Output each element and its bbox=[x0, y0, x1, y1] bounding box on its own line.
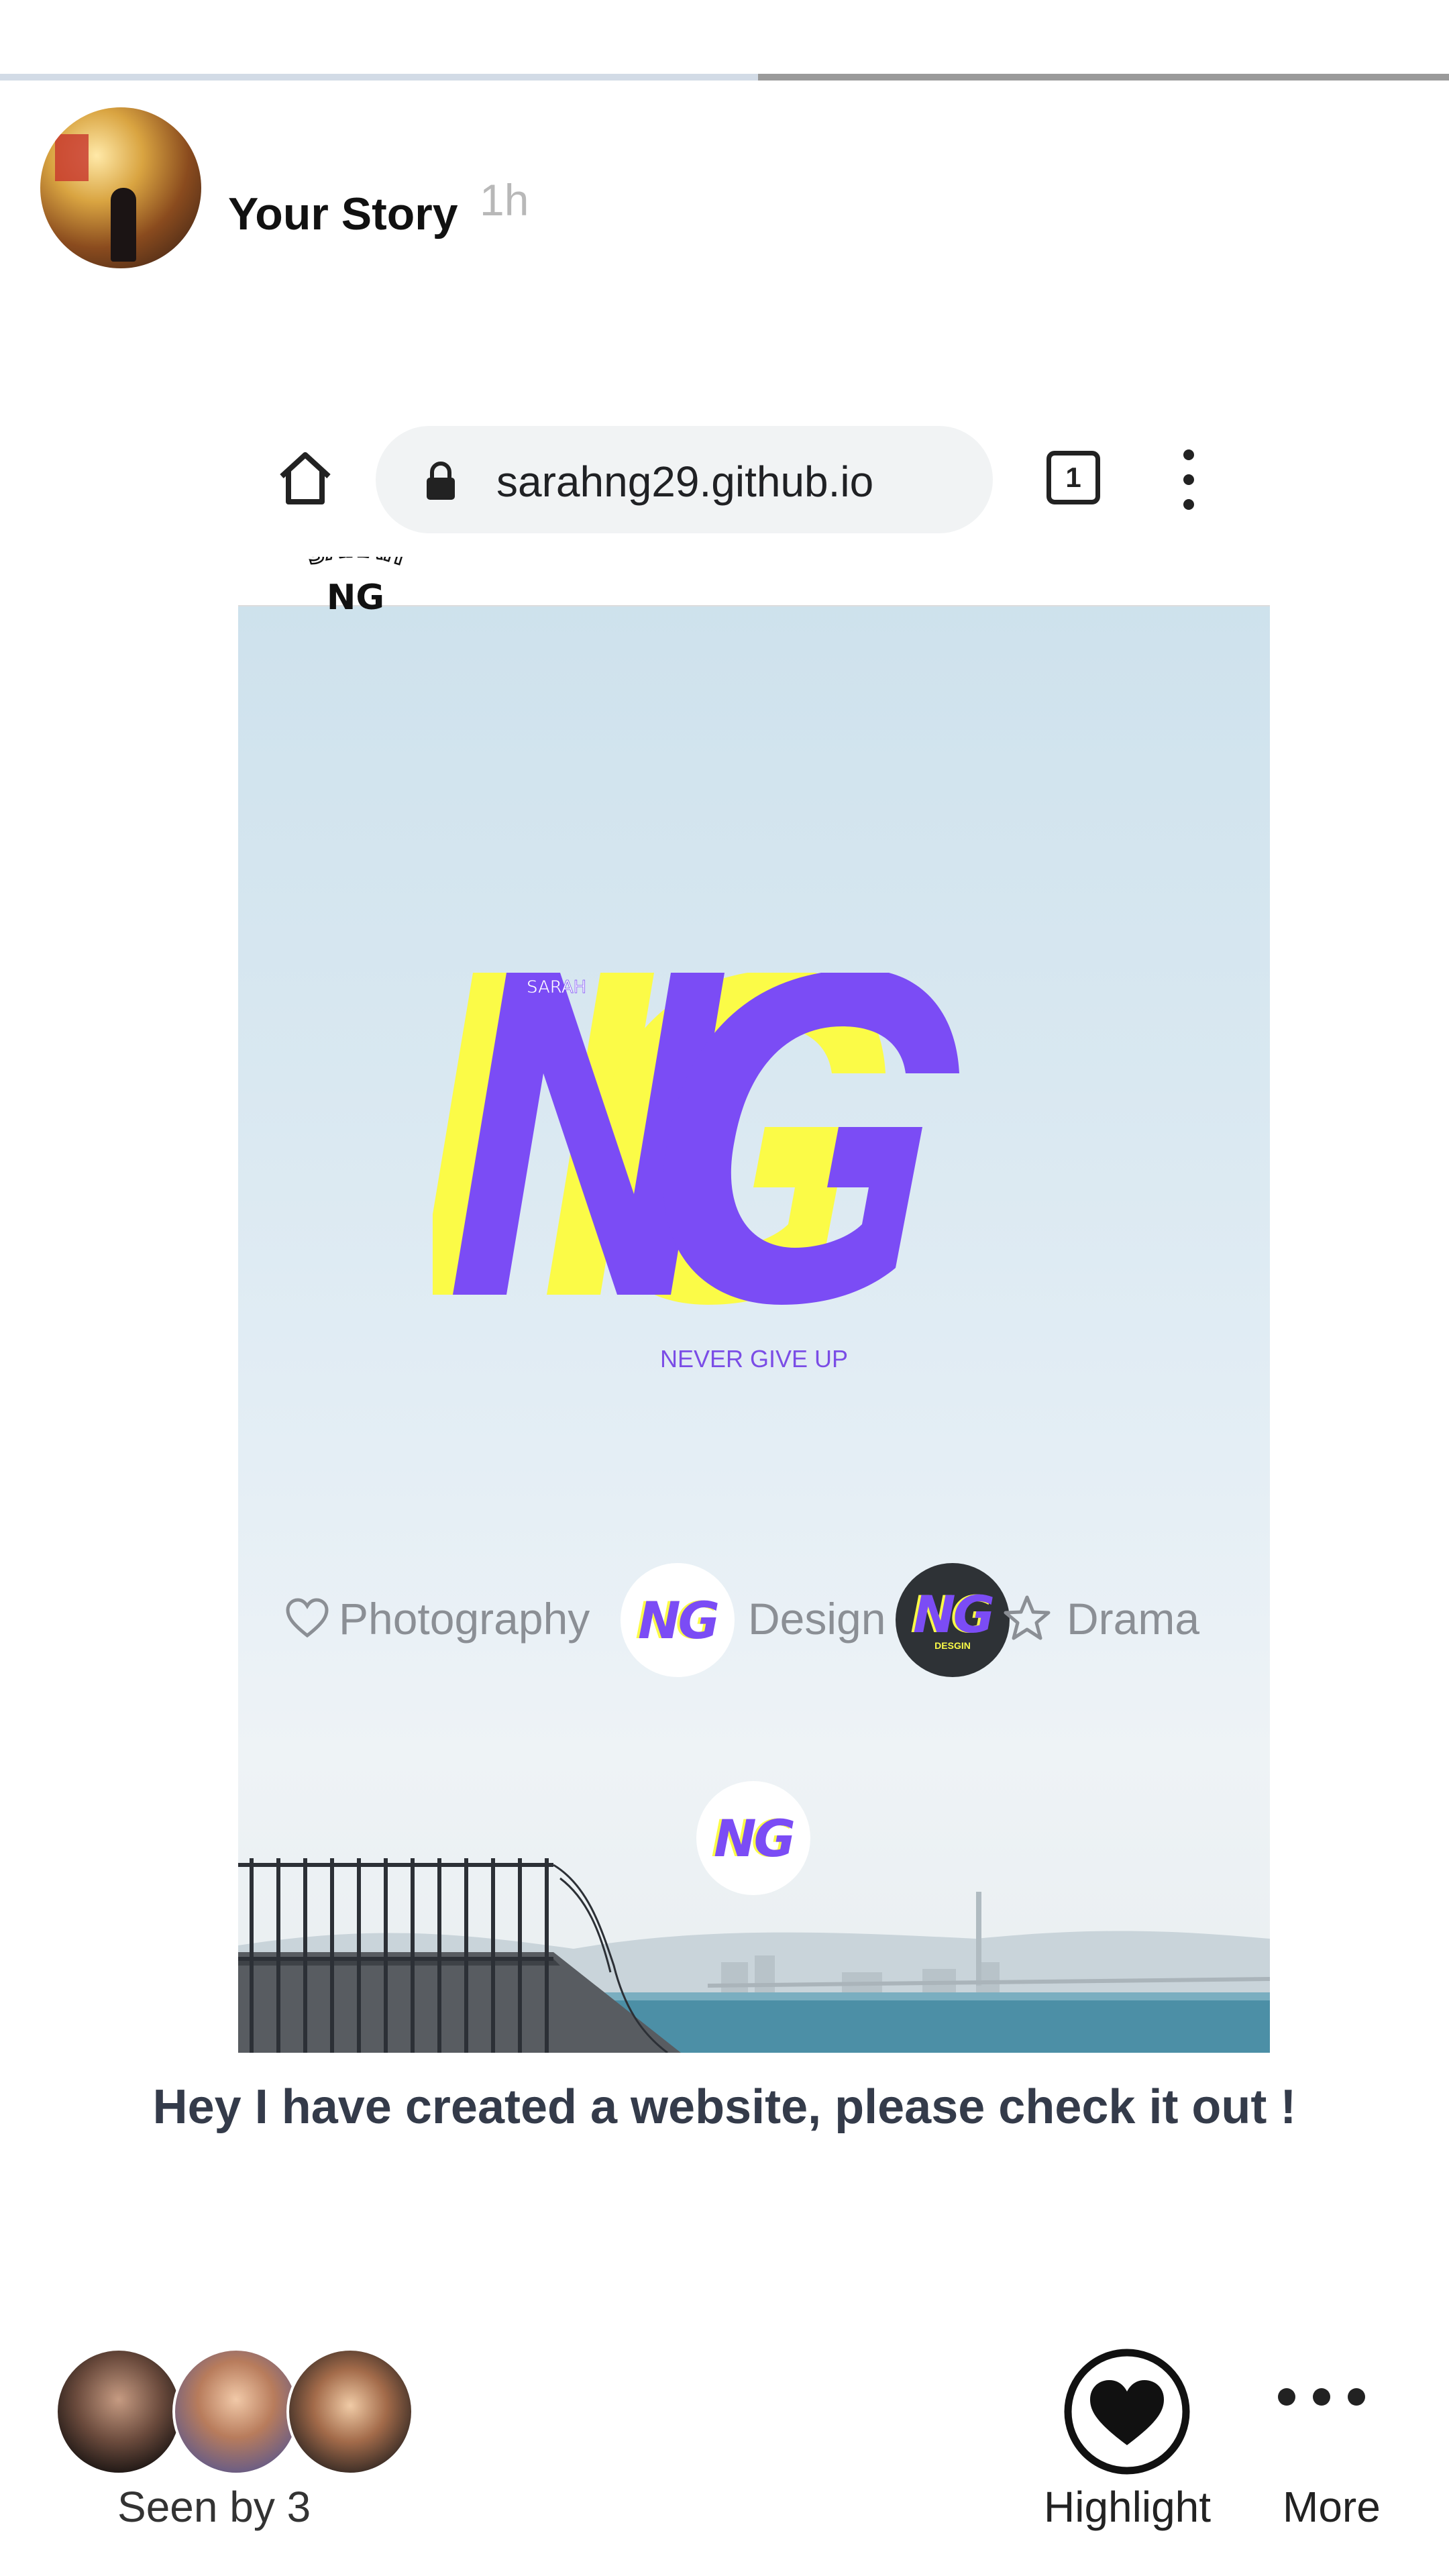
more-label[interactable]: More bbox=[1283, 2482, 1381, 2532]
harbour-scene-image bbox=[238, 1858, 1270, 2053]
story-progress-fill bbox=[0, 74, 758, 80]
nav-photography[interactable]: Photography bbox=[339, 1593, 590, 1644]
viewers-avatars[interactable] bbox=[55, 2348, 417, 2482]
heart-outline-icon bbox=[286, 1598, 329, 1638]
site-header: SARAH NG bbox=[238, 557, 1270, 610]
website-screenshot: SARAH NG SARAH NEVER GIVE UP Photography… bbox=[238, 557, 1270, 2053]
ng-logo: SARAH bbox=[433, 973, 959, 1305]
site-logo: SARAH NG bbox=[303, 557, 409, 610]
story-caption: Hey I have created a website, please che… bbox=[152, 2080, 1297, 2134]
viewer-avatar bbox=[286, 2348, 414, 2475]
highlight-label[interactable]: Highlight bbox=[1044, 2482, 1211, 2532]
profile-avatar[interactable] bbox=[40, 107, 201, 268]
seen-by-label[interactable]: Seen by 3 bbox=[117, 2482, 311, 2532]
story-header: Your Story 1h bbox=[40, 107, 1409, 268]
url-text: sarahng29.github.io bbox=[496, 458, 874, 506]
story-timestamp: 1h bbox=[480, 175, 529, 225]
story-title[interactable]: Your Story bbox=[228, 188, 458, 240]
story-progress-bar bbox=[0, 74, 1449, 80]
nav-design[interactable]: Design bbox=[748, 1593, 885, 1644]
drama-badge-icon[interactable]: NG DESGIN bbox=[896, 1563, 1010, 1677]
svg-text:SARAH: SARAH bbox=[527, 977, 586, 998]
browser-menu-icon bbox=[1181, 449, 1197, 510]
home-icon bbox=[280, 452, 331, 504]
more-dots-icon[interactable] bbox=[1278, 2388, 1365, 2408]
star-outline-icon bbox=[1004, 1595, 1051, 1640]
highlight-heart-icon[interactable] bbox=[1060, 2345, 1194, 2479]
viewer-avatar bbox=[55, 2348, 182, 2475]
svg-text:SARAH: SARAH bbox=[303, 557, 408, 571]
site-tagline: NEVER GIVE UP bbox=[659, 1345, 849, 1373]
svg-text:NG: NG bbox=[327, 578, 384, 610]
design-badge-icon[interactable]: NG bbox=[621, 1563, 735, 1677]
address-bar: sarahng29.github.io bbox=[376, 426, 993, 533]
nav-drama[interactable]: Drama bbox=[1067, 1593, 1199, 1644]
lock-icon bbox=[427, 462, 455, 500]
tabs-count-icon: 1 bbox=[1046, 451, 1100, 504]
browser-toolbar: sarahng29.github.io 1 bbox=[241, 416, 1268, 543]
site-nav: Photography NG Design NG DESGIN Drama bbox=[285, 1563, 1251, 1684]
viewer-avatar bbox=[172, 2348, 300, 2475]
